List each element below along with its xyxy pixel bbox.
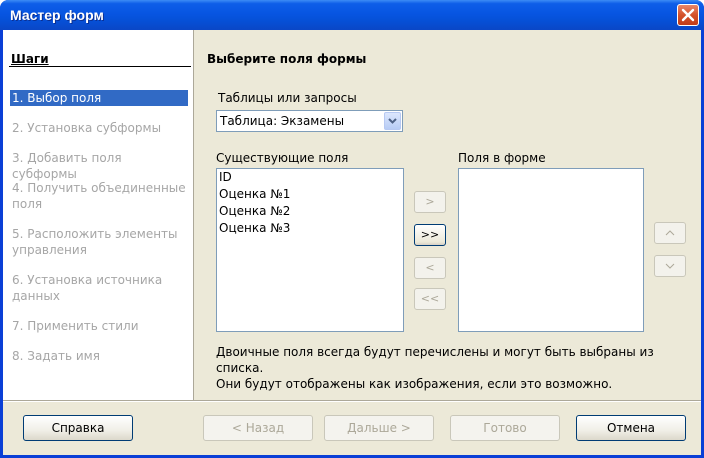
steps-title: Шаги [11,52,49,66]
list-item[interactable]: Оценка №3 [217,220,403,237]
move-up-button[interactable] [654,222,686,244]
close-icon [681,8,695,22]
note-line-1: Двоичные поля всегда будут перечислены и… [216,345,654,375]
tables-selected-value: Таблица: Экзамены [220,114,345,128]
existing-fields-list[interactable]: ID Оценка №1 Оценка №2 Оценка №3 [216,168,404,332]
step-subform-fields[interactable]: 3. Добавить поля субформы [10,150,188,182]
next-button[interactable]: Дальше > [324,415,434,441]
existing-fields-label: Существующие поля [216,151,349,165]
steps-divider [9,66,191,67]
title-bar[interactable]: Мастер форм [0,0,704,30]
step-set-name[interactable]: 8. Задать имя [10,348,188,364]
help-button[interactable]: Справка [23,415,133,441]
chevron-down-icon [388,118,397,124]
step-joined-fields[interactable]: 4. Получить объединенные поля [10,180,188,212]
wizard-window: Мастер форм Шаги 1. Выбор поля 2. Устано… [0,0,704,458]
step-subform[interactable]: 2. Установка субформы [10,120,188,136]
client-area: Шаги 1. Выбор поля 2. Установка субформы… [3,30,701,455]
form-fields-list[interactable] [458,168,644,332]
list-item[interactable]: ID [217,169,403,186]
form-fields-label: Поля в форме [458,151,546,165]
window-title: Мастер форм [10,7,104,23]
step-apply-styles[interactable]: 7. Применить стили [10,318,188,334]
add-field-button[interactable]: > [414,191,446,213]
tables-combobox[interactable]: Таблица: Экзамены [216,110,403,132]
remove-field-button[interactable]: < [414,257,446,279]
step-select-fields[interactable]: 1. Выбор поля [10,90,188,106]
steps-panel: Шаги 1. Выбор поля 2. Установка субформы… [3,30,194,400]
binary-fields-note: Двоичные поля всегда будут перечислены и… [216,344,701,392]
finish-button[interactable]: Готово [450,415,560,441]
step-arrange-controls[interactable]: 5. Расположить элементы управления [10,226,188,258]
chevron-up-icon [665,230,675,236]
footer-divider-highlight [3,401,701,402]
cancel-button[interactable]: Отмена [576,415,686,441]
combo-dropdown-button[interactable] [384,112,401,130]
back-button[interactable]: < Назад [203,415,313,441]
page-heading: Выберите поля формы [207,52,367,66]
tables-label: Таблицы или запросы [218,91,357,105]
remove-all-fields-button[interactable]: << [414,288,446,310]
note-line-2: Они будут отображены как изображения, ес… [216,377,613,391]
step-data-source[interactable]: 6. Установка источника данных [10,272,188,304]
close-button[interactable] [677,4,699,26]
chevron-down-icon [665,263,675,269]
move-down-button[interactable] [654,255,686,277]
add-all-fields-button[interactable]: >> [414,224,446,246]
list-item[interactable]: Оценка №2 [217,203,403,220]
list-item[interactable]: Оценка №1 [217,186,403,203]
